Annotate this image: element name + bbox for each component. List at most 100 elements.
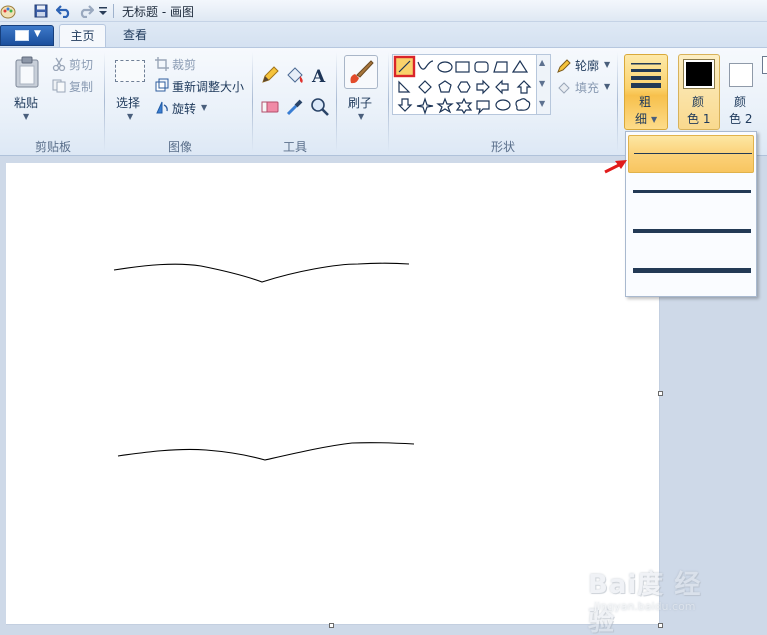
fill-tool[interactable] xyxy=(284,64,306,86)
size-line-8px xyxy=(633,268,751,273)
text-tool[interactable]: A xyxy=(309,64,331,87)
copy-button[interactable]: 复制 xyxy=(69,78,93,95)
color2-button[interactable]: 颜 色 2 xyxy=(722,54,762,130)
rotate-icon xyxy=(156,101,168,114)
oval-shape-icon xyxy=(437,61,453,73)
hexagon-shape-icon xyxy=(457,81,471,93)
redo-icon[interactable] xyxy=(76,3,96,19)
paste-label: 粘贴 xyxy=(14,96,39,110)
five-point-star-icon xyxy=(436,97,454,114)
size-option-5px[interactable] xyxy=(628,213,754,251)
group-label-tools: 工具 xyxy=(282,140,307,154)
size-option-1px[interactable] xyxy=(628,135,754,173)
group-label-image: 图像 xyxy=(167,140,192,154)
clipboard-icon xyxy=(15,56,39,88)
tab-home[interactable]: 主页 xyxy=(59,24,106,48)
tab-view[interactable]: 查看 xyxy=(112,24,158,48)
magnifier-icon xyxy=(311,98,329,116)
cut-button[interactable]: 剪切 xyxy=(69,56,93,73)
polygon-shape-icon xyxy=(493,61,508,73)
size-option-8px[interactable] xyxy=(628,252,754,290)
baidu-watermark: Bai度 经验 jingyan.baidu.com xyxy=(588,564,728,635)
paste-dropdown-icon[interactable]: ▼ xyxy=(23,112,29,121)
color2-swatch xyxy=(729,63,753,87)
size-label-line1: 粗 xyxy=(639,95,652,109)
select-button[interactable] xyxy=(115,60,145,82)
paint-bucket-icon xyxy=(287,67,303,83)
select-dropdown-icon[interactable]: ▼ xyxy=(127,112,133,121)
resize-handle-bottom[interactable] xyxy=(329,623,334,628)
eraser-icon xyxy=(261,101,279,113)
ribbon-tabs: ▼ 主页 查看 xyxy=(0,22,767,48)
size-line-1px xyxy=(634,153,752,154)
resize-icon xyxy=(155,78,169,92)
fill-bucket-icon xyxy=(558,82,570,94)
paste-button[interactable] xyxy=(14,56,40,91)
eraser-tool[interactable] xyxy=(259,96,281,118)
rotate-button[interactable]: 旋转 xyxy=(172,100,196,117)
palette-edge xyxy=(762,56,767,74)
color2-label-line1: 颜 xyxy=(734,95,747,109)
window-title: 无标题 - 画图 xyxy=(122,5,194,19)
shapes-gallery xyxy=(392,54,537,115)
size-button[interactable]: 粗 细 ▼ xyxy=(624,54,668,130)
group-separator xyxy=(104,52,105,152)
line-weights-icon xyxy=(631,63,661,88)
gallery-expand-icon[interactable]: ▼ xyxy=(539,99,545,108)
size-option-3px[interactable] xyxy=(628,174,754,212)
resize-handle-right[interactable] xyxy=(658,391,663,396)
drawing-canvas[interactable] xyxy=(6,163,660,625)
paint-menu-button[interactable]: ▼ xyxy=(0,25,54,46)
rectangle-shape-icon xyxy=(455,61,470,73)
oval-callout-icon xyxy=(495,99,511,111)
chevron-down-icon: ▼ xyxy=(34,29,41,39)
curve-shape-icon xyxy=(417,60,434,70)
undo-icon[interactable] xyxy=(54,3,74,19)
brushes-dropdown-icon[interactable]: ▼ xyxy=(358,112,364,121)
fill-button[interactable]: 填充 xyxy=(575,79,599,96)
magnifier-tool[interactable] xyxy=(309,96,331,118)
select-label: 选择 xyxy=(116,96,141,110)
rounded-rectangle-shape-icon xyxy=(474,61,489,73)
brushes-button[interactable] xyxy=(344,55,378,89)
color-picker-tool[interactable] xyxy=(284,96,306,118)
chevron-down-icon[interactable]: ▼ xyxy=(539,79,545,88)
size-dropdown xyxy=(625,131,757,297)
save-icon[interactable] xyxy=(30,3,52,19)
pencil-icon xyxy=(262,66,279,83)
crop-button[interactable]: 裁剪 xyxy=(172,56,196,73)
outline-button[interactable]: 轮廓 xyxy=(575,57,599,74)
watermark-url: jingyan.baidu.com xyxy=(594,600,696,613)
pencil-tool[interactable] xyxy=(259,64,281,86)
paint-app-icon[interactable] xyxy=(0,3,16,19)
size-line-5px xyxy=(633,229,751,233)
shapes-gallery-scroll[interactable]: ▲ ▼ ▼ xyxy=(537,54,551,115)
outline-pen-icon xyxy=(557,59,571,73)
right-triangle-shape-icon xyxy=(398,80,411,93)
eyedropper-icon xyxy=(286,99,303,116)
resize-button[interactable]: 重新调整大小 xyxy=(172,78,244,95)
color1-swatch xyxy=(686,62,712,86)
color1-swatch-frame xyxy=(683,59,715,89)
text-a-icon: A xyxy=(311,67,326,87)
rotate-dropdown-icon[interactable]: ▼ xyxy=(201,103,207,112)
group-separator xyxy=(336,52,337,152)
curve-stroke-2 xyxy=(117,442,415,461)
menu-document-icon xyxy=(15,30,29,41)
cloud-callout-icon xyxy=(515,98,531,111)
chevron-up-icon[interactable]: ▲ xyxy=(539,58,545,67)
left-arrow-shape-icon xyxy=(495,79,509,95)
customize-qat-icon[interactable] xyxy=(97,3,109,19)
four-point-star-icon xyxy=(416,97,434,115)
triangle-shape-icon xyxy=(511,59,529,73)
fill-dropdown-icon[interactable]: ▼ xyxy=(604,82,610,91)
color1-button[interactable]: 颜 色 1 xyxy=(678,54,720,130)
group-separator xyxy=(388,52,389,152)
right-arrow-shape-icon xyxy=(476,79,490,95)
group-label-clipboard: 剪贴板 xyxy=(34,140,71,154)
brushes-label: 刷子 xyxy=(348,96,373,110)
color1-label-line2: 色 1 xyxy=(687,112,711,126)
copy-icon xyxy=(52,79,66,93)
canvas-strokes xyxy=(113,262,415,461)
outline-dropdown-icon[interactable]: ▼ xyxy=(604,60,610,69)
